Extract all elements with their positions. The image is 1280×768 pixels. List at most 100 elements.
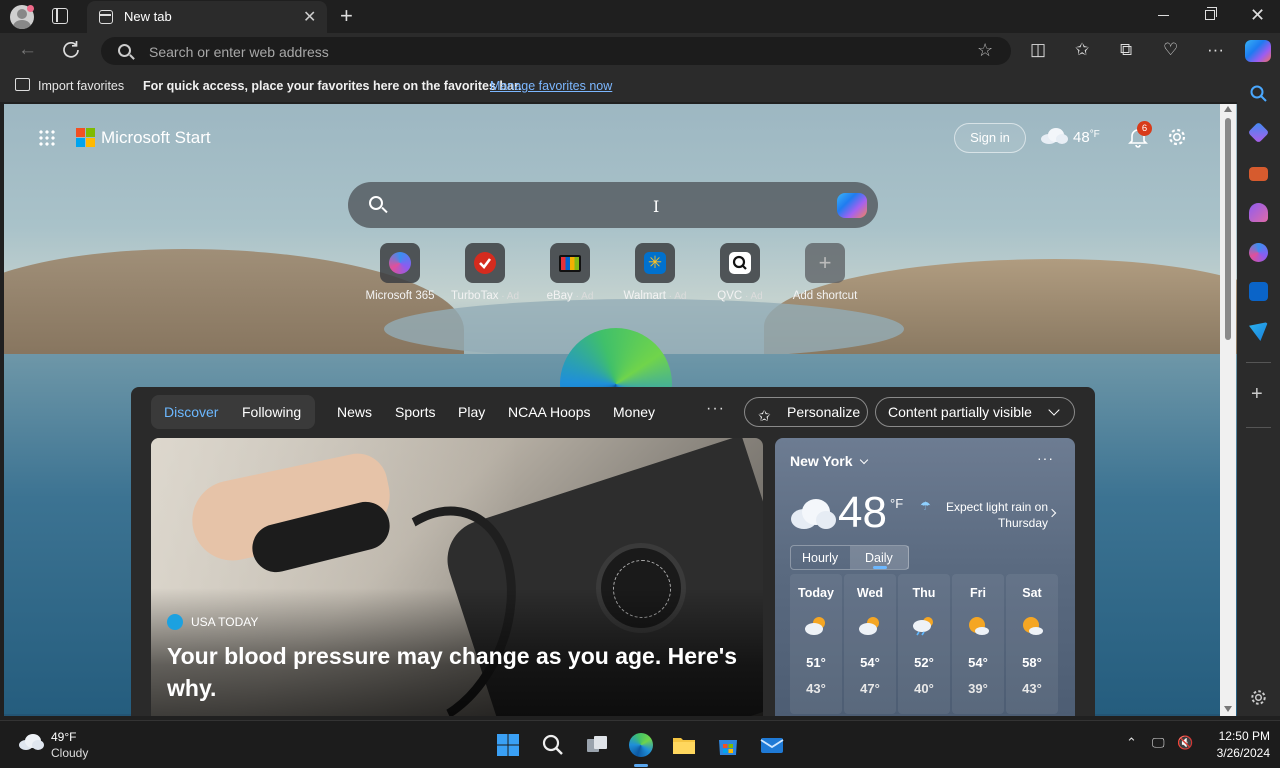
brand-title[interactable]: Microsoft Start	[101, 128, 211, 148]
personalize-button[interactable]: ✩ Personalize	[744, 397, 868, 427]
shortcut-tile[interactable]	[465, 243, 505, 283]
shortcut-turbotax[interactable]: TurboTax · Ad	[442, 243, 528, 307]
outlook-icon[interactable]	[1249, 282, 1268, 301]
weather-alert[interactable]: Expect light rain on Thursday	[933, 499, 1048, 531]
manage-favorites-link[interactable]: Manage favorites now	[490, 79, 612, 93]
shortcut-tile[interactable]: ✳	[635, 243, 675, 283]
send-icon[interactable]	[1249, 322, 1268, 341]
add-sidebar-app-icon[interactable]: +	[1251, 383, 1263, 406]
shortcut-tile[interactable]	[380, 243, 420, 283]
task-view-icon[interactable]	[585, 733, 609, 757]
refresh-icon[interactable]	[61, 39, 81, 59]
more-categories-button[interactable]: ···	[706, 400, 725, 418]
copilot-search-icon[interactable]	[837, 193, 867, 218]
import-favorites-button[interactable]: Import favorites	[38, 79, 124, 93]
search-icon	[118, 44, 131, 57]
chevron-right-icon[interactable]	[1047, 508, 1057, 518]
tab-ncaa-hoops[interactable]: NCAA Hoops	[508, 404, 590, 420]
network-display-icon[interactable]: 🖵	[1152, 735, 1165, 751]
settings-more-icon[interactable]: ···	[1207, 40, 1224, 60]
back-arrow-icon[interactable]: ←	[18, 39, 37, 61]
windows-start-icon[interactable]	[496, 733, 520, 757]
tab-discover[interactable]: Discover	[164, 404, 218, 420]
shopping-tag-icon[interactable]	[1247, 121, 1270, 144]
minimize-button[interactable]	[1158, 15, 1169, 16]
forecast-day[interactable]: Thu 52° 40°	[898, 574, 950, 714]
sign-in-button[interactable]: Sign in	[954, 123, 1026, 153]
shortcut-qvc[interactable]: QVC · Ad	[697, 243, 783, 307]
copilot-icon[interactable]	[1245, 40, 1271, 62]
taskbar-clock-date[interactable]: 3/26/2024	[1200, 746, 1270, 760]
taskbar-search-icon[interactable]	[541, 733, 565, 757]
microsoft-365-icon[interactable]	[1249, 243, 1268, 262]
edge-taskbar-icon[interactable]	[629, 733, 653, 757]
rain-icon	[913, 617, 933, 636]
tab-actions-icon[interactable]	[52, 8, 68, 24]
taskbar-weather-condition[interactable]: Cloudy	[51, 746, 88, 760]
forecast-day[interactable]: Today 51° 43°	[790, 574, 842, 714]
search-icon[interactable]	[1249, 84, 1268, 103]
usa-today-logo-icon	[167, 614, 183, 630]
microsoft-store-icon[interactable]	[716, 733, 740, 757]
article-headline[interactable]: Your blood pressure may change as you ag…	[167, 640, 747, 704]
tab-following[interactable]: Following	[242, 404, 301, 420]
collections-icon[interactable]: ⧉	[1120, 40, 1132, 60]
tab-new-tab[interactable]: New tab ✕	[87, 1, 327, 33]
scroll-down-arrow-icon[interactable]	[1224, 706, 1232, 712]
shortcut-walmart[interactable]: ✳ Walmart · Ad	[612, 243, 698, 307]
forecast-day[interactable]: Fri 54° 39°	[952, 574, 1004, 714]
split-screen-icon[interactable]: ◫	[1030, 40, 1046, 60]
cloudy-icon[interactable]	[18, 733, 44, 751]
favorites-icon[interactable]: ✩	[1075, 40, 1089, 60]
weather-card[interactable]: New York ··· 48 °F ☂ Expect light rain o…	[775, 438, 1075, 716]
new-tab-button[interactable]: +	[340, 3, 353, 29]
shortcut-ebay[interactable]: eBay · Ad	[527, 243, 613, 307]
shortcut-add[interactable]: + Add shortcut	[782, 243, 868, 307]
forecast-day[interactable]: Wed 54° 47°	[844, 574, 896, 714]
chevron-down-icon[interactable]	[859, 455, 869, 465]
forecast-day[interactable]: Sat 58° 43°	[1006, 574, 1058, 714]
tab-close-icon[interactable]: ✕	[303, 7, 316, 27]
page-scrollbar[interactable]	[1220, 104, 1236, 716]
import-favorites-icon[interactable]	[15, 78, 30, 91]
sidebar-settings-gear-icon[interactable]	[1249, 688, 1268, 707]
shortcut-microsoft-365[interactable]: Microsoft 365	[357, 243, 443, 307]
tab-money[interactable]: Money	[613, 404, 655, 420]
taskbar-temperature[interactable]: 49°F	[51, 730, 76, 744]
tab-news[interactable]: News	[337, 404, 372, 420]
sidebar-divider	[1246, 427, 1271, 428]
taskbar-clock-time[interactable]: 12:50 PM	[1200, 729, 1270, 743]
weather-city[interactable]: New York	[790, 453, 853, 469]
games-icon[interactable]	[1249, 203, 1268, 222]
title-bar: New tab ✕ + ✕	[0, 0, 1280, 33]
tab-hourly[interactable]: Hourly	[802, 551, 838, 565]
app-launcher-icon[interactable]	[38, 129, 56, 147]
cloudy-icon[interactable]	[1040, 128, 1068, 144]
hero-article-card[interactable]: USA TODAY Your blood pressure may change…	[151, 438, 763, 716]
page-settings-gear-icon[interactable]	[1166, 126, 1188, 148]
content-visibility-dropdown[interactable]: Content partially visible	[875, 397, 1075, 427]
scrollbar-thumb[interactable]	[1225, 118, 1231, 340]
browser-essentials-icon[interactable]: ♡	[1163, 40, 1178, 60]
shortcut-tile[interactable]	[550, 243, 590, 283]
favorite-star-icon[interactable]: ☆	[977, 40, 993, 61]
header-temperature[interactable]: 48°F	[1073, 129, 1100, 146]
web-search-box[interactable]: I	[348, 182, 878, 228]
weather-more-icon[interactable]: ···	[1037, 450, 1054, 466]
restore-button[interactable]	[1205, 7, 1217, 20]
scroll-up-arrow-icon[interactable]	[1224, 106, 1232, 112]
volume-muted-icon[interactable]: 🔇	[1177, 735, 1193, 751]
tab-sports[interactable]: Sports	[395, 404, 435, 420]
close-window-button[interactable]: ✕	[1250, 5, 1265, 26]
address-input[interactable]: Search or enter web address	[149, 44, 329, 60]
show-hidden-icons-chevron-icon[interactable]: ⌃	[1126, 735, 1137, 751]
forecast-high: 54°	[860, 655, 880, 670]
address-bar[interactable]: Search or enter web address ☆	[101, 37, 1011, 65]
mail-icon[interactable]	[760, 733, 784, 757]
tools-briefcase-icon[interactable]	[1249, 167, 1268, 181]
file-explorer-icon[interactable]	[672, 733, 696, 757]
shortcut-tile[interactable]	[720, 243, 760, 283]
tab-daily[interactable]: Daily	[865, 551, 893, 565]
tab-play[interactable]: Play	[458, 404, 485, 420]
shortcut-tile[interactable]: +	[805, 243, 845, 283]
